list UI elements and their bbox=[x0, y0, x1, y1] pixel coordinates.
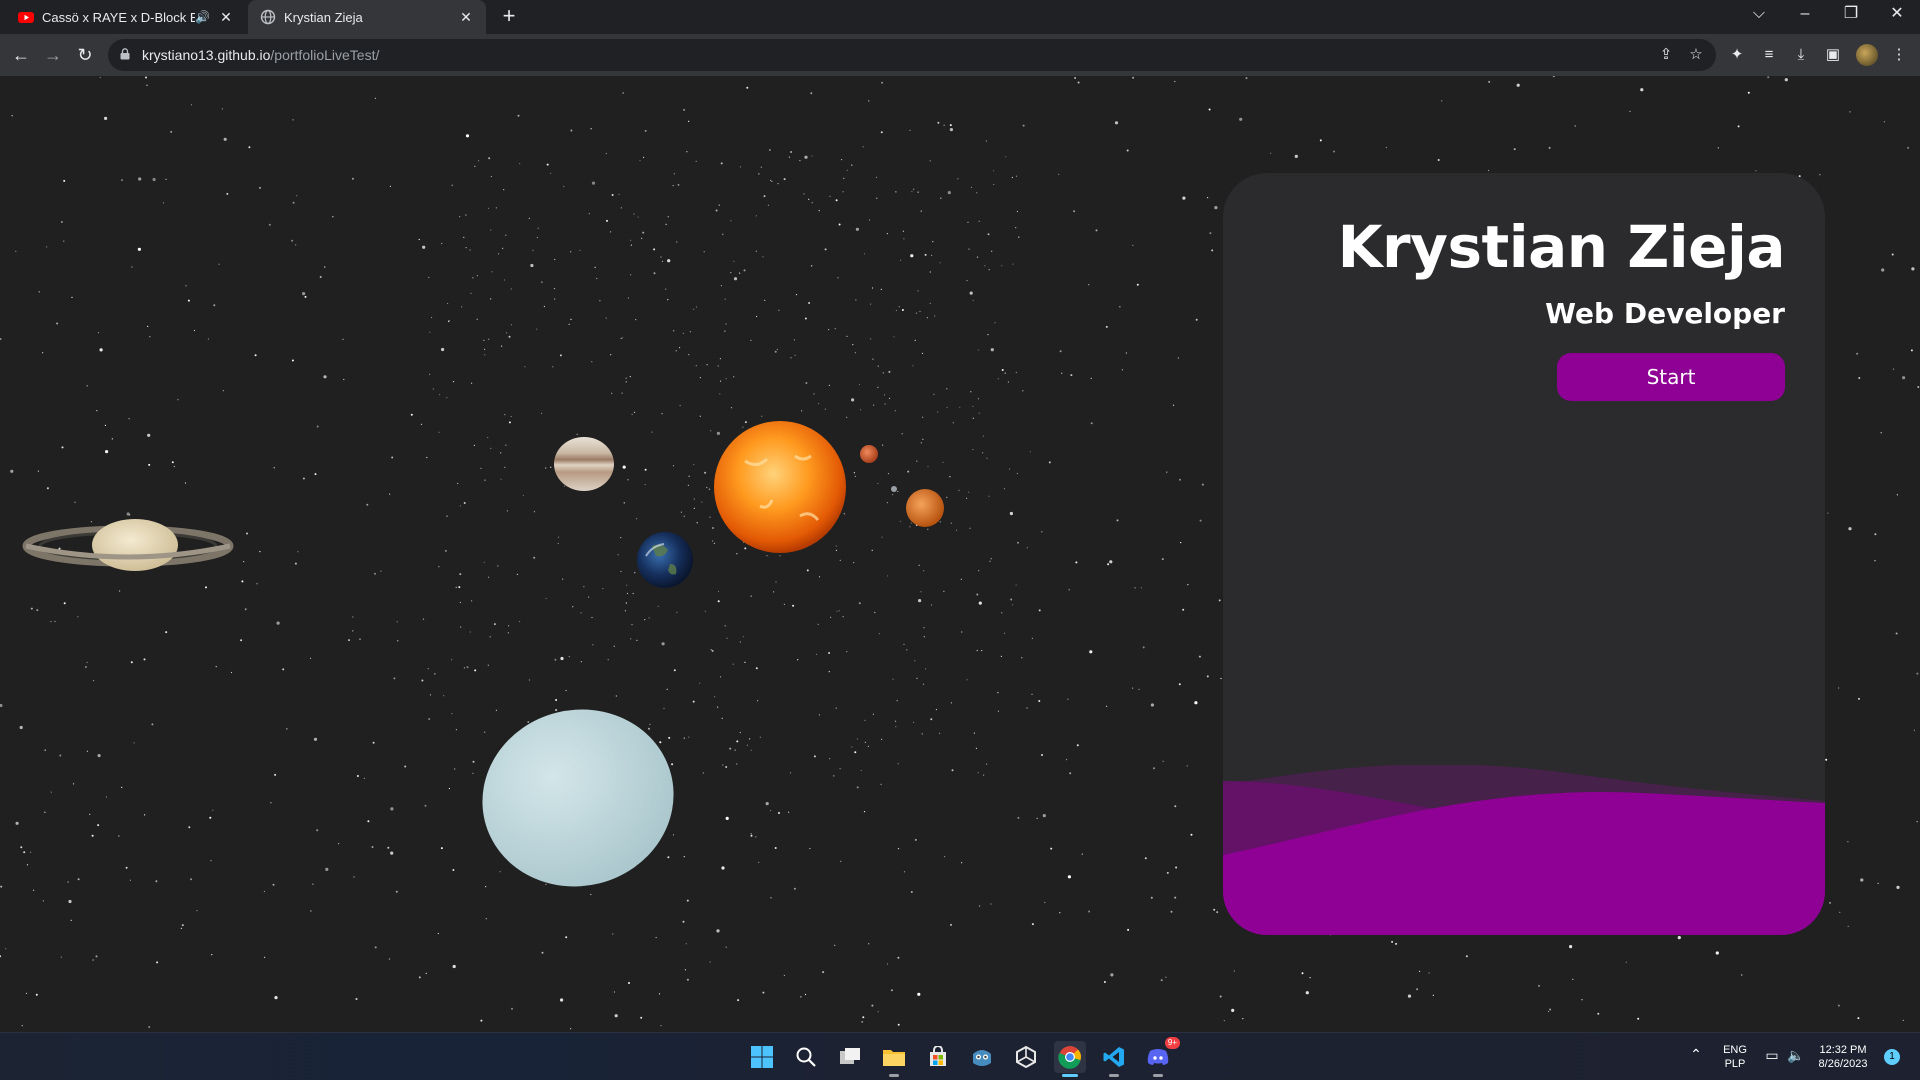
tab-youtube[interactable]: Cassö x RAYE x D-Block Europ 🔊 ✕ bbox=[6, 0, 246, 34]
task-view[interactable] bbox=[834, 1041, 866, 1073]
address-bar[interactable]: krystiano13.github.io/portfolioLiveTest/… bbox=[108, 39, 1716, 71]
lock-icon[interactable] bbox=[120, 48, 130, 60]
url-path: /portfolioLiveTest/ bbox=[270, 47, 380, 63]
extensions-puzzle-icon[interactable]: ✦ bbox=[1726, 44, 1748, 66]
taskbar-unity[interactable] bbox=[1010, 1041, 1042, 1073]
browser-toolbar: ← → ↻ krystiano13.github.io/portfolioLiv… bbox=[0, 34, 1920, 76]
taskbar-discord[interactable]: 9+ bbox=[1142, 1037, 1180, 1077]
sun[interactable] bbox=[714, 421, 846, 553]
microsoft-store-icon bbox=[930, 1046, 946, 1066]
back-arrow-icon[interactable]: ← bbox=[8, 42, 34, 68]
task-view-icon bbox=[840, 1048, 860, 1064]
discord-badge: 9+ bbox=[1164, 1037, 1180, 1049]
download-icon[interactable]: ⤓ bbox=[1790, 44, 1812, 66]
windows-taskbar: 9+ ⌃ ENG PLP ▭ 🔈 12:32 PM 8/26/2023 1 bbox=[0, 1032, 1920, 1080]
intro-card: Krystian Zieja Web Developer Start bbox=[1223, 173, 1825, 935]
earth-planet[interactable] bbox=[637, 532, 693, 588]
url-host: krystiano13.github.io bbox=[142, 47, 271, 63]
page-title: Krystian Zieja bbox=[1337, 213, 1786, 281]
url-text[interactable]: krystiano13.github.io/portfolioLiveTest/ bbox=[142, 47, 379, 63]
mercury-planet[interactable] bbox=[860, 445, 878, 463]
menu-kebab-icon[interactable]: ⋮ bbox=[1888, 44, 1910, 66]
restore-button[interactable]: ❐ bbox=[1828, 0, 1874, 30]
minimize-button[interactable]: – bbox=[1782, 0, 1828, 30]
venus-planet[interactable] bbox=[906, 489, 944, 527]
vscode-icon bbox=[1103, 1047, 1124, 1067]
forward-arrow-icon[interactable]: → bbox=[40, 42, 66, 68]
unity-icon bbox=[1016, 1046, 1036, 1068]
saturn-planet[interactable] bbox=[22, 519, 234, 571]
network-icon[interactable]: ▭ bbox=[1762, 1047, 1782, 1064]
volume-icon[interactable]: 🔈 bbox=[1786, 1047, 1806, 1064]
taskbar-vscode[interactable] bbox=[1098, 1041, 1130, 1077]
page-subtitle: Web Developer bbox=[1545, 297, 1785, 330]
tab-krystian-zieja[interactable]: Krystian Zieja ✕ bbox=[248, 0, 486, 34]
speaker-icon[interactable]: 🔊 bbox=[195, 10, 210, 24]
discord-icon bbox=[1147, 1049, 1169, 1065]
wave-decoration bbox=[1223, 765, 1825, 935]
small-moon bbox=[891, 486, 897, 492]
side-panel-icon[interactable]: ▣ bbox=[1822, 44, 1844, 66]
taskbar-chrome[interactable] bbox=[1054, 1041, 1086, 1077]
share-icon[interactable]: ⇪ bbox=[1656, 45, 1676, 65]
chrome-icon bbox=[1058, 1046, 1081, 1069]
file-explorer-icon bbox=[883, 1050, 905, 1066]
taskbar-microsoft-store[interactable] bbox=[922, 1041, 954, 1073]
close-tab-icon[interactable]: ✕ bbox=[458, 9, 474, 26]
reload-icon[interactable]: ↻ bbox=[72, 42, 98, 68]
bookmark-star-icon[interactable]: ☆ bbox=[1686, 45, 1706, 65]
taskbar-search[interactable] bbox=[790, 1041, 822, 1073]
new-tab-button[interactable]: + bbox=[496, 4, 522, 30]
language-indicator[interactable]: ENG PLP bbox=[1720, 1043, 1750, 1071]
taskbar-godot[interactable] bbox=[966, 1041, 998, 1073]
close-window-button[interactable]: ✕ bbox=[1874, 0, 1920, 30]
media-controls-icon[interactable]: ≡ bbox=[1758, 44, 1780, 66]
tab-title: Cassö x RAYE x D-Block Europ bbox=[42, 9, 196, 25]
page-viewport: Krystian Zieja Web Developer Start bbox=[0, 76, 1920, 1032]
start-button[interactable] bbox=[746, 1041, 778, 1073]
windows-start-icon bbox=[751, 1046, 773, 1068]
tab-strip: Cassö x RAYE x D-Block Europ 🔊 ✕ Krystia… bbox=[0, 0, 1920, 34]
clock-date: 8/26/2023 bbox=[1818, 1058, 1868, 1070]
language-line1: ENG bbox=[1723, 1044, 1747, 1056]
close-tab-icon[interactable]: ✕ bbox=[218, 9, 234, 26]
taskbar-file-explorer[interactable] bbox=[878, 1041, 910, 1077]
tab-title: Krystian Zieja bbox=[284, 9, 363, 25]
start-button[interactable]: Start bbox=[1557, 353, 1785, 401]
uranus-planet[interactable] bbox=[464, 689, 693, 906]
profile-avatar[interactable] bbox=[1856, 44, 1878, 66]
tab-search-chevron-icon[interactable]: ⌵ bbox=[1736, 0, 1782, 30]
youtube-icon bbox=[18, 12, 34, 23]
notification-badge[interactable]: 1 bbox=[1884, 1049, 1900, 1065]
language-line2: PLP bbox=[1724, 1058, 1746, 1070]
godot-icon bbox=[973, 1050, 991, 1066]
show-hidden-icons-chevron-icon[interactable]: ⌃ bbox=[1686, 1046, 1706, 1063]
globe-icon bbox=[260, 9, 276, 25]
jupiter-planet[interactable] bbox=[554, 437, 614, 491]
search-icon bbox=[796, 1047, 816, 1067]
clock[interactable]: 12:32 PM 8/26/2023 bbox=[1812, 1043, 1874, 1071]
clock-time: 12:32 PM bbox=[1819, 1044, 1867, 1056]
